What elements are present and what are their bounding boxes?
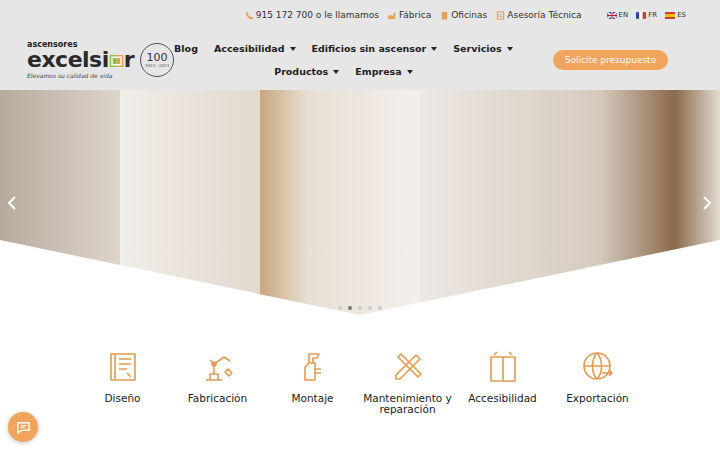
- caret-icon: [507, 47, 513, 51]
- language-switcher: EN FR ES: [607, 11, 686, 19]
- language-option[interactable]: FR: [636, 11, 657, 19]
- next-arrow-icon[interactable]: [702, 195, 712, 211]
- chat-button[interactable]: [8, 412, 38, 442]
- robot-arm-icon: [200, 349, 236, 385]
- nav-item[interactable]: Edificios sin ascensor: [312, 43, 438, 54]
- document-icon: [496, 11, 505, 20]
- office-icon: [440, 11, 449, 20]
- caret-icon: [407, 70, 413, 74]
- service-item[interactable]: Exportación: [550, 349, 645, 414]
- hero-divider: [0, 90, 720, 315]
- phone-icon: [245, 11, 254, 20]
- page: 915 172 700 o le llamamos Fábrica Oficinas…: [0, 0, 720, 450]
- nav-item[interactable]: Empresa: [355, 66, 412, 77]
- factory-icon: [388, 11, 397, 20]
- carousel-dot[interactable]: [348, 306, 352, 310]
- hero-carousel: [0, 90, 720, 315]
- service-item[interactable]: Accesibilidad: [455, 349, 550, 414]
- header: ascensoresexcelsirElevamos su calidad de…: [0, 30, 720, 90]
- carousel-dot[interactable]: [368, 306, 372, 310]
- hammer-hand-icon: [295, 349, 331, 385]
- ruler-pencil-icon: [390, 349, 426, 385]
- logo[interactable]: ascensoresexcelsirElevamos su calidad de…: [27, 41, 174, 79]
- carousel-dots: [0, 306, 720, 310]
- logo-mark-icon: [109, 52, 124, 70]
- blueprint-icon: [105, 349, 141, 385]
- chat-icon: [16, 420, 31, 435]
- quote-button[interactable]: Solicite presupuesto: [553, 50, 668, 70]
- france-flag-icon: [636, 12, 646, 19]
- services-row: DiseñoFabricaciónMontajeMantenimiento y …: [0, 315, 720, 414]
- caret-icon: [290, 47, 296, 51]
- top-bar: 915 172 700 o le llamamos Fábrica Oficinas…: [0, 0, 720, 30]
- anniversary-badge: 1001923 · 2023: [140, 43, 174, 77]
- top-link[interactable]: Asesoría Técnica: [496, 10, 581, 20]
- carousel-dot[interactable]: [378, 306, 382, 310]
- globe-icon: [580, 349, 616, 385]
- nav-item[interactable]: Productos: [274, 66, 339, 77]
- top-link[interactable]: Fábrica: [388, 10, 431, 20]
- service-item[interactable]: Montaje: [265, 349, 360, 414]
- nav-item[interactable]: Blog: [174, 43, 198, 54]
- top-link[interactable]: 915 172 700 o le llamamos: [245, 10, 379, 20]
- prev-arrow-icon[interactable]: [7, 195, 17, 211]
- nav-item[interactable]: Accesibilidad: [214, 43, 296, 54]
- spain-flag-icon: [665, 12, 675, 19]
- caret-icon: [333, 70, 339, 74]
- service-item[interactable]: Mantenimiento y reparación: [360, 349, 455, 414]
- carousel-dot[interactable]: [358, 306, 362, 310]
- main-nav: Blog Accesibilidad Edificios sin ascensor S…: [174, 43, 553, 77]
- nav-item[interactable]: Servicios: [453, 43, 513, 54]
- caret-icon: [431, 47, 437, 51]
- elevator-doors-icon: [485, 349, 521, 385]
- top-link[interactable]: Oficinas: [440, 10, 487, 20]
- language-option[interactable]: EN: [607, 11, 629, 19]
- service-item[interactable]: Diseño: [75, 349, 170, 414]
- language-option[interactable]: ES: [665, 11, 686, 19]
- carousel-dot[interactable]: [338, 306, 342, 310]
- service-item[interactable]: Fabricación: [170, 349, 265, 414]
- uk-flag-icon: [607, 12, 617, 19]
